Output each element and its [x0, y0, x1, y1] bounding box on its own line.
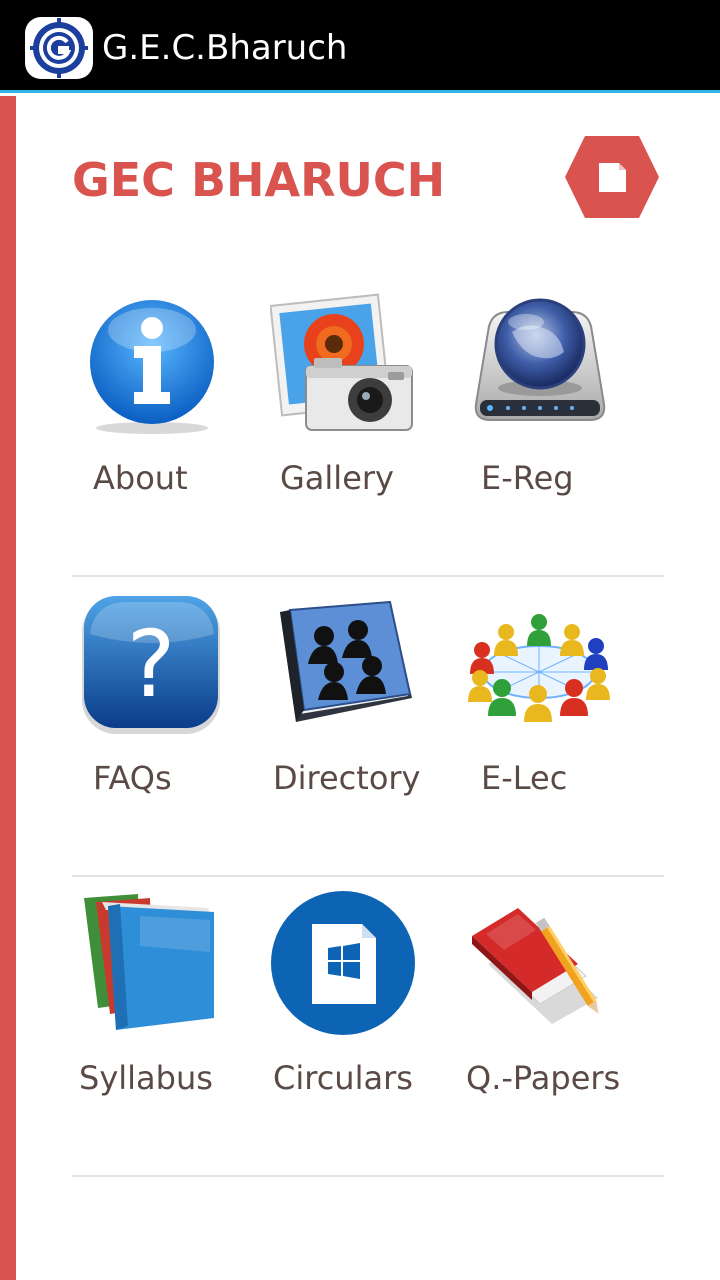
- tile-label: Circulars: [273, 1059, 413, 1097]
- tile-label: Gallery: [280, 459, 394, 497]
- tile-directory[interactable]: Directory: [268, 592, 468, 852]
- info-icon: [90, 300, 214, 434]
- question-icon: ?: [82, 596, 220, 734]
- tile-e-lec[interactable]: E-Lec: [466, 592, 666, 852]
- books-icon: [84, 894, 214, 1030]
- tile-label: FAQs: [93, 759, 172, 797]
- row-divider: [72, 1175, 664, 1177]
- tile-about[interactable]: About: [76, 290, 276, 550]
- row-divider: [72, 875, 664, 877]
- tile-label: About: [93, 459, 188, 497]
- photo-camera-icon: [270, 293, 413, 431]
- tile-e-reg[interactable]: E-Reg: [466, 290, 666, 550]
- document-icon[interactable]: [563, 134, 661, 220]
- address-book-icon: [280, 600, 412, 722]
- row-divider: [72, 575, 664, 577]
- tile-gallery[interactable]: Gallery: [268, 290, 468, 550]
- windows-file-icon: [271, 891, 415, 1035]
- gec-logo-icon[interactable]: [24, 16, 94, 80]
- tile-faqs[interactable]: ? FAQs: [76, 592, 276, 852]
- tile-label: Syllabus: [79, 1059, 213, 1097]
- action-bar: G.E.C.Bharuch: [0, 0, 720, 93]
- people-network-icon: [468, 614, 610, 722]
- tile-label: E-Reg: [481, 459, 574, 497]
- notebook-pencil-icon: [472, 908, 599, 1024]
- app-title: G.E.C.Bharuch: [102, 28, 348, 68]
- tile-syllabus[interactable]: Syllabus: [76, 892, 276, 1152]
- tile-label: Directory: [273, 759, 421, 797]
- tile-label: Q.-Papers: [466, 1059, 621, 1097]
- svg-text:?: ?: [127, 611, 176, 718]
- side-accent-bar: [0, 96, 16, 1280]
- page-title: GEC BHARUCH: [72, 153, 446, 207]
- tile-label: E-Lec: [481, 759, 568, 797]
- globe-drive-icon: [474, 298, 606, 421]
- tile-q-papers[interactable]: Q.-Papers: [466, 892, 666, 1152]
- tile-circulars[interactable]: Circulars: [268, 891, 468, 1152]
